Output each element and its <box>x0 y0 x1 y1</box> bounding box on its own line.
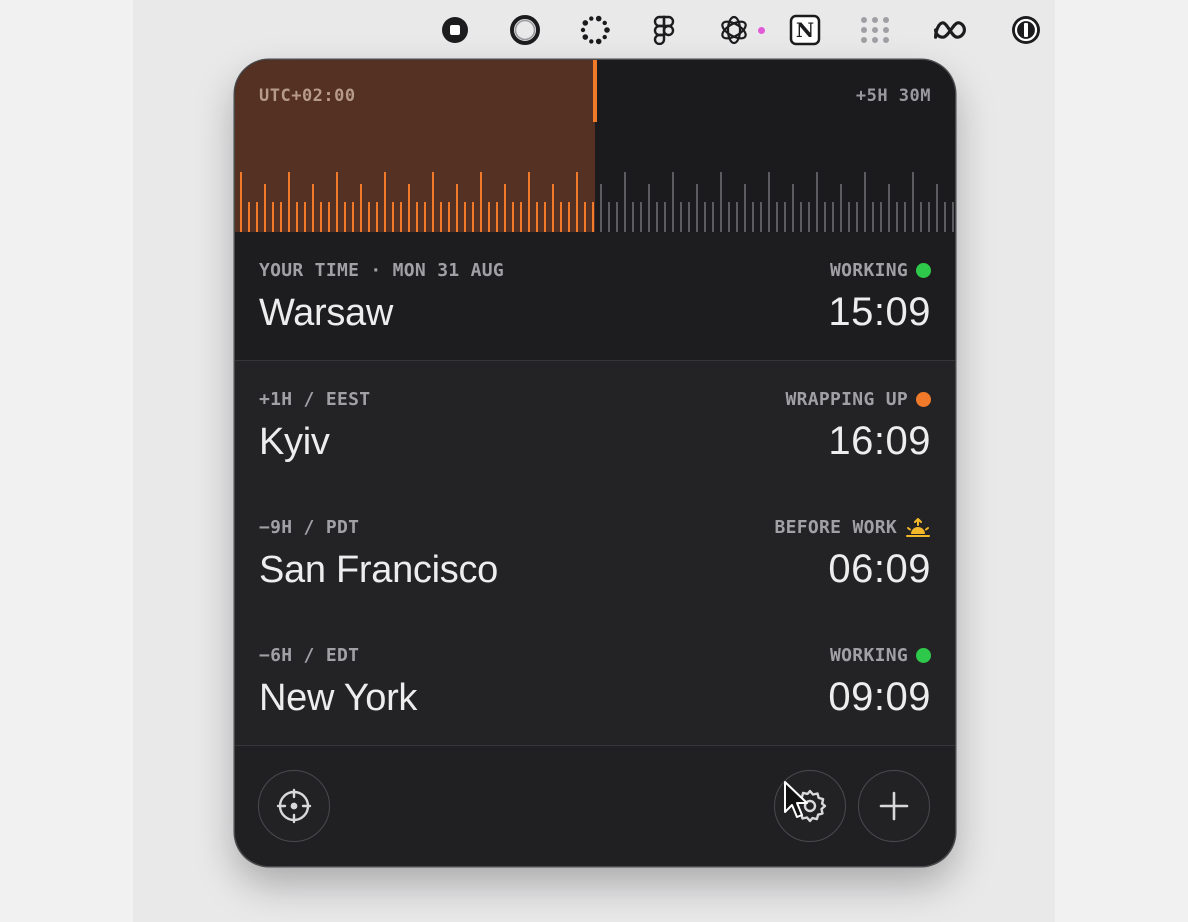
dot <box>582 20 589 26</box>
city-row-kyiv[interactable]: +1H / EEST Kyiv WRAPPING UP 16:09 <box>235 361 955 490</box>
status-dot-icon <box>916 263 931 278</box>
city-name: Warsaw <box>259 292 394 334</box>
panel-footer <box>235 746 955 866</box>
meta-icon[interactable] <box>932 12 968 48</box>
city-time: 06:09 <box>828 547 931 591</box>
city-time: 09:09 <box>828 675 931 719</box>
status-label: BEFORE WORK <box>774 517 897 538</box>
day-timeline[interactable]: UTC+02:00 +5H 30M <box>235 60 955 232</box>
city-meta: −6H / EDT <box>259 645 360 666</box>
dot <box>582 34 589 40</box>
status-badge: WORKING <box>830 645 931 666</box>
openai-icon[interactable] <box>716 12 752 48</box>
status-dot-icon <box>916 648 931 663</box>
city-row-warsaw[interactable]: YOUR TIME · MON 31 AUG Warsaw WORKING 15… <box>235 232 955 361</box>
grid-icon[interactable] <box>857 12 893 48</box>
dot <box>595 38 602 45</box>
world-clock-panel: UTC+02:00 +5H 30M YOUR TIME · MON 31 AUG… <box>235 60 955 866</box>
dotted-circle-icon[interactable] <box>577 12 613 48</box>
notion-icon[interactable]: N <box>787 12 823 48</box>
mouse-cursor-icon <box>784 781 808 818</box>
dot <box>595 15 602 22</box>
city-name: New York <box>259 677 418 719</box>
city-time: 15:09 <box>828 290 931 334</box>
onepassword-icon[interactable] <box>1008 12 1044 48</box>
status-badge: WORKING <box>830 260 931 281</box>
status-dot-icon <box>916 392 931 407</box>
add-city-button[interactable] <box>858 770 930 842</box>
city-row-new-york[interactable]: −6H / EDT New York WORKING 09:09 <box>235 617 955 746</box>
notion-letter: N <box>795 18 815 42</box>
city-row-san-francisco[interactable]: −9H / PDT San Francisco BEFORE WORK 06:0… <box>235 489 955 618</box>
dot <box>602 34 607 40</box>
status-label: WORKING <box>830 645 908 666</box>
time-difference-label: +5H 30M <box>855 86 931 106</box>
figma-icon[interactable] <box>646 12 682 48</box>
status-label: WRAPPING UP <box>785 389 908 410</box>
city-meta: −9H / PDT <box>259 517 360 538</box>
timezone-offset-label: UTC+02:00 <box>259 86 356 106</box>
current-time-marker[interactable] <box>593 60 597 122</box>
sunrise-icon <box>906 517 930 537</box>
status-label: WORKING <box>830 260 908 281</box>
city-name: Kyiv <box>259 421 330 463</box>
city-time: 16:09 <box>828 419 931 463</box>
dot <box>580 27 586 33</box>
stop-icon[interactable] <box>437 12 473 48</box>
city-meta: YOUR TIME · MON 31 AUG <box>259 260 505 281</box>
menu-bar: N <box>0 0 1188 60</box>
city-meta: +1H / EEST <box>259 389 371 410</box>
dot <box>589 39 594 44</box>
notification-dot <box>758 27 765 34</box>
ring-icon[interactable] <box>507 12 543 48</box>
status-badge: BEFORE WORK <box>774 517 931 538</box>
add-icon <box>879 791 909 821</box>
city-name: San Francisco <box>259 549 498 591</box>
locate-icon <box>276 788 312 824</box>
locate-button[interactable] <box>258 770 330 842</box>
dot <box>604 27 610 33</box>
dot <box>589 16 594 21</box>
status-badge: WRAPPING UP <box>785 389 931 410</box>
dot <box>602 20 607 26</box>
